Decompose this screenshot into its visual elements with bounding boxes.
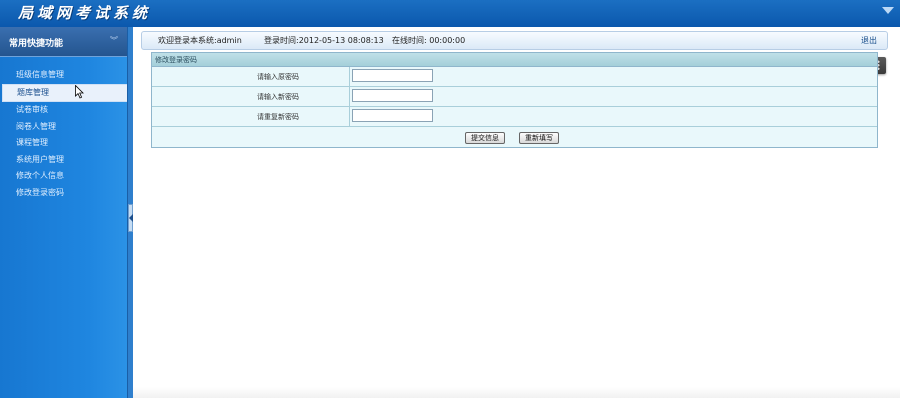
mouse-cursor-icon bbox=[75, 85, 84, 99]
panel-title: 修改登录密码 bbox=[155, 56, 197, 64]
sidebar-menu: 班级信息管理 题库管理 试卷审核 阅卷人管理 课程管理 系统用户管理 修改个人信… bbox=[0, 67, 127, 201]
sidebar-item-label: 课程管理 bbox=[16, 138, 48, 147]
sidebar-item-label: 试卷审核 bbox=[16, 105, 48, 114]
chevron-down-icon[interactable] bbox=[882, 7, 894, 14]
sidebar-item-label: 系统用户管理 bbox=[16, 154, 64, 164]
sidebar-header: 常用快捷功能 ︾ bbox=[0, 27, 127, 57]
top-banner: 局域网考试系统 bbox=[0, 0, 900, 27]
reset-button[interactable]: 重新填写 bbox=[519, 132, 559, 144]
label-cell: 请输入原密码 bbox=[152, 67, 350, 86]
form-row-old-password: 请输入原密码 bbox=[152, 67, 877, 87]
new-password-label: 请输入新密码 bbox=[257, 93, 299, 101]
content-bottom-edge bbox=[133, 387, 900, 398]
logout-link[interactable]: 退出 bbox=[861, 35, 877, 46]
sidebar: 常用快捷功能 ︾ 班级信息管理 题库管理 试卷审核 阅卷人管理 课程管理 系统用… bbox=[0, 27, 127, 398]
form-row-new-password: 请输入新密码 bbox=[152, 87, 877, 107]
double-chevron-down-icon[interactable]: ︾ bbox=[110, 37, 118, 45]
button-row: 提交信息 重新填写 bbox=[152, 129, 877, 147]
sidebar-title: 常用快捷功能 bbox=[9, 39, 64, 49]
sidebar-item-grader[interactable]: 阅卷人管理 bbox=[0, 119, 127, 136]
sidebar-item-question-bank[interactable]: 题库管理 bbox=[2, 83, 127, 102]
sidebar-item-course[interactable]: 课程管理 bbox=[0, 135, 127, 152]
confirm-password-input[interactable] bbox=[352, 109, 433, 122]
sidebar-item-paper-review[interactable]: 试卷审核 bbox=[0, 102, 127, 119]
new-password-input[interactable] bbox=[352, 89, 433, 102]
old-password-label: 请输入原密码 bbox=[257, 73, 299, 81]
online-time: 在线时间: 00:00:00 bbox=[392, 36, 466, 45]
app-title: 局域网考试系统 bbox=[18, 4, 152, 22]
panel-header: 修改登录密码 bbox=[152, 53, 877, 67]
label-cell: 请重复新密码 bbox=[152, 107, 350, 126]
sidebar-item-label: 阅卷人管理 bbox=[16, 121, 56, 131]
change-password-panel: 修改登录密码 请输入原密码 请输入新密码 请重复新密码 提交信息 重新填写 bbox=[151, 52, 878, 148]
sidebar-item-label: 班级信息管理 bbox=[16, 70, 64, 79]
sidebar-item-class-info[interactable]: 班级信息管理 bbox=[0, 67, 127, 84]
welcome-text: 欢迎登录本系统:admin bbox=[158, 36, 242, 45]
old-password-input[interactable] bbox=[352, 69, 433, 82]
form-row-confirm-password: 请重复新密码 bbox=[152, 107, 877, 127]
sidebar-item-label: 题库管理 bbox=[17, 87, 49, 97]
sidebar-item-label: 修改个人信息 bbox=[16, 171, 64, 180]
status-bar: 欢迎登录本系统:admin 登录时间:2012-05-13 08:08:13 在… bbox=[141, 31, 888, 50]
confirm-password-label: 请重复新密码 bbox=[257, 113, 299, 121]
sidebar-item-change-password[interactable]: 修改登录密码 bbox=[0, 185, 127, 202]
sidebar-item-profile[interactable]: 修改个人信息 bbox=[0, 168, 127, 185]
sidebar-item-label: 修改登录密码 bbox=[16, 187, 64, 197]
label-cell: 请输入新密码 bbox=[152, 87, 350, 106]
sidebar-item-system-users[interactable]: 系统用户管理 bbox=[0, 152, 127, 169]
login-time: 登录时间:2012-05-13 08:08:13 bbox=[264, 36, 384, 45]
submit-button[interactable]: 提交信息 bbox=[465, 132, 505, 144]
